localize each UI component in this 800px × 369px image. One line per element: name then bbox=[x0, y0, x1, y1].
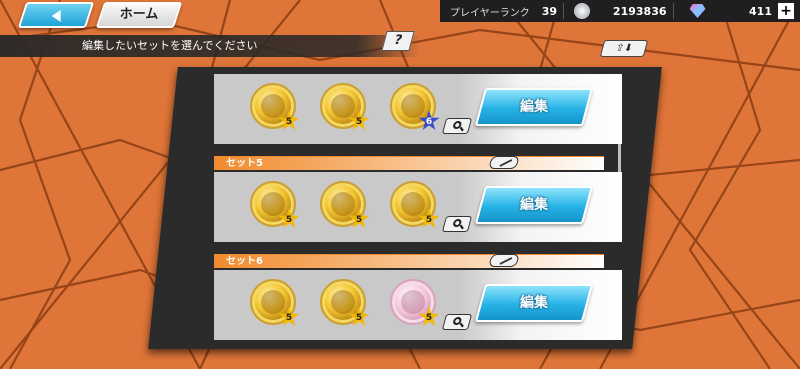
edit-set-button[interactable]: 編集 bbox=[474, 186, 594, 224]
set-tab: セット5 bbox=[214, 156, 604, 170]
magnifier-icon[interactable] bbox=[441, 118, 473, 134]
back-arrow-icon bbox=[51, 10, 61, 22]
magnifier-icon[interactable] bbox=[441, 216, 473, 232]
set-list[interactable]: 5 5 6 編集 セット5 5 5 5 編集 セット6 5 5 5 編集 bbox=[180, 70, 622, 346]
home-button[interactable]: ホーム bbox=[95, 2, 183, 28]
instruction-bar: 編集したいセットを選んでください bbox=[0, 35, 420, 57]
rename-pencil-icon[interactable] bbox=[488, 156, 520, 169]
back-button[interactable] bbox=[17, 2, 95, 28]
rename-pencil-icon[interactable] bbox=[488, 254, 520, 267]
add-gems-button[interactable]: + bbox=[777, 3, 794, 19]
coin-count: 2193836 bbox=[612, 4, 667, 18]
set-row: 5 5 5 編集 bbox=[214, 270, 622, 340]
player-rank-label: プレイヤーランク bbox=[450, 7, 530, 19]
sort-button[interactable]: ⇧⬇ bbox=[599, 40, 649, 57]
coin-icon bbox=[574, 3, 591, 19]
instruction-text: 編集したいセットを選んでください bbox=[82, 39, 258, 52]
edit-button-label: 編集 bbox=[520, 295, 548, 311]
set-name: セット6 bbox=[226, 256, 263, 267]
gem-icon bbox=[689, 4, 706, 18]
set-tab: セット6 bbox=[214, 254, 604, 268]
edit-button-label: 編集 bbox=[520, 197, 548, 213]
edit-button-label: 編集 bbox=[520, 99, 548, 115]
home-button-label: ホーム bbox=[119, 7, 159, 22]
set-row: 5 5 6 編集 bbox=[214, 74, 622, 144]
edit-set-button[interactable]: 編集 bbox=[474, 284, 594, 322]
set-name: セット5 bbox=[226, 158, 263, 169]
player-rank-value: 39 bbox=[541, 4, 558, 18]
set-row: 5 5 5 編集 bbox=[214, 172, 622, 242]
gem-count: 411 bbox=[749, 4, 772, 18]
magnifier-icon[interactable] bbox=[441, 314, 473, 330]
help-button[interactable]: ? bbox=[381, 31, 415, 51]
player-status-bar: プレイヤーランク 39 2193836 411 + bbox=[440, 0, 800, 22]
edit-set-button[interactable]: 編集 bbox=[474, 88, 594, 126]
sort-icon: ⇧⬇ bbox=[614, 43, 634, 54]
